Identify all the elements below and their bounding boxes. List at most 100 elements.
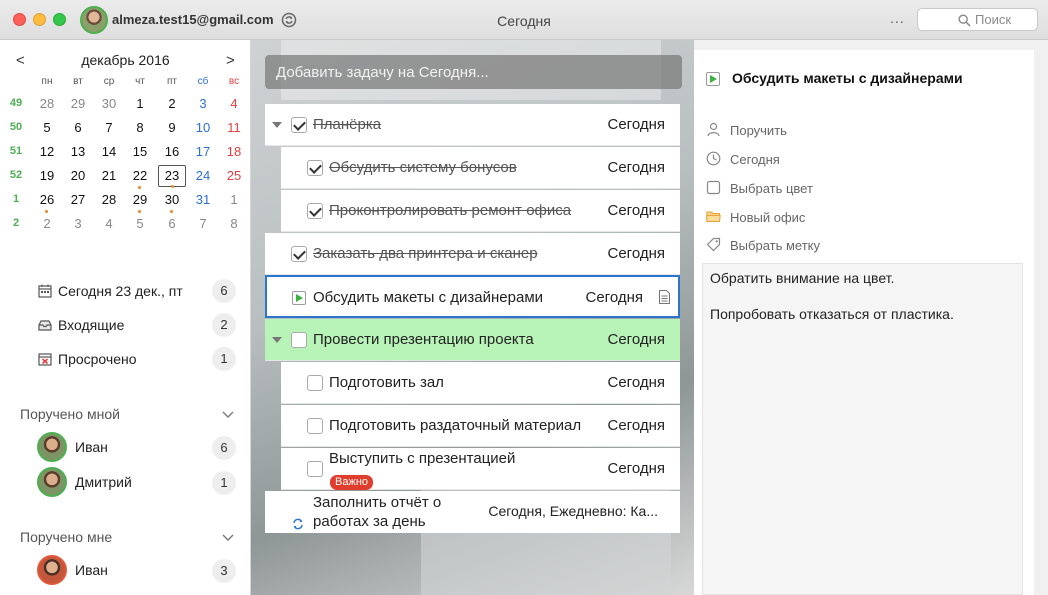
- calendar-day[interactable]: 13: [64, 141, 92, 163]
- calendar-day[interactable]: 8: [126, 117, 154, 139]
- calendar-next-button[interactable]: >: [226, 52, 235, 69]
- calendar-day[interactable]: 5: [126, 213, 154, 235]
- task-date: Сегодня: [607, 331, 666, 348]
- calendar-day[interactable]: 25: [220, 165, 248, 187]
- task-row[interactable]: Подготовить раздаточный материал Сегодня: [281, 405, 680, 447]
- calendar-day[interactable]: 19: [33, 165, 61, 187]
- assigned-by-me-title[interactable]: Поручено мной: [20, 406, 120, 422]
- calendar-weekday: вс: [228, 76, 240, 87]
- expand-triangle-icon[interactable]: [272, 122, 282, 128]
- assigned-to-me-title[interactable]: Поручено мне: [20, 529, 112, 545]
- calendar-day[interactable]: 4: [220, 93, 248, 115]
- nav-today[interactable]: Сегодня 23 дек., пт 6: [0, 276, 251, 306]
- calendar-day[interactable]: 7: [189, 213, 217, 235]
- calendar-day[interactable]: 15: [126, 141, 154, 163]
- nav-inbox[interactable]: Входящие 2: [0, 310, 251, 340]
- calendar-day[interactable]: 7: [95, 117, 123, 139]
- play-icon[interactable]: [706, 72, 720, 86]
- task-row[interactable]: Обсудить систему бонусов Сегодня: [281, 147, 680, 189]
- calendar-day[interactable]: 28: [33, 93, 61, 115]
- notes-area[interactable]: Обратить внимание на цвет. Попробовать о…: [702, 263, 1023, 595]
- more-icon[interactable]: ...: [890, 10, 905, 26]
- chevron-down-icon[interactable]: [222, 411, 234, 419]
- color-property[interactable]: Выбрать цвет: [694, 177, 1034, 199]
- task-checkbox[interactable]: [307, 418, 323, 434]
- calendar-day-number: 19: [39, 168, 55, 183]
- task-checkbox[interactable]: [307, 375, 323, 391]
- calendar-day[interactable]: 23: [158, 165, 186, 188]
- calendar-day[interactable]: 30: [158, 189, 186, 213]
- task-title: Подготовить зал: [329, 374, 444, 391]
- calendar-day[interactable]: 29: [64, 93, 92, 115]
- calendar-day[interactable]: 2: [33, 213, 61, 235]
- assigned-by-me-person[interactable]: Иван 6: [0, 431, 251, 465]
- calendar-day[interactable]: 27: [64, 189, 92, 211]
- calendar-day[interactable]: 3: [64, 213, 92, 235]
- task-row[interactable]: Выступить с презентацией Важно Сегодня: [281, 448, 680, 490]
- assigned-by-me-person[interactable]: Дмитрий 1: [0, 466, 251, 500]
- calendar-day-number: 18: [226, 144, 242, 159]
- note-icon[interactable]: [659, 290, 670, 304]
- calendar-day[interactable]: 5: [33, 117, 61, 139]
- calendar-day[interactable]: 29: [126, 189, 154, 213]
- person-count: 6: [212, 436, 236, 460]
- calendar-day-number: 14: [101, 144, 117, 159]
- calendar-day[interactable]: 10: [189, 117, 217, 139]
- task-row[interactable]: Провести презентацию проекта Сегодня: [265, 319, 680, 361]
- calendar-day[interactable]: 28: [95, 189, 123, 211]
- add-task-input[interactable]: [265, 55, 682, 89]
- folder-property[interactable]: Новый офис: [694, 206, 1034, 228]
- calendar-day[interactable]: 24: [189, 165, 217, 187]
- task-row[interactable]: Заполнить отчёт о работах за день Сегодн…: [265, 491, 680, 533]
- calendar-day[interactable]: 8: [220, 213, 248, 235]
- calendar-day[interactable]: 11: [220, 117, 248, 139]
- calendar-day[interactable]: 31: [189, 189, 217, 211]
- task-checkbox[interactable]: [307, 461, 323, 477]
- calendar-day[interactable]: 18: [220, 141, 248, 163]
- search-input[interactable]: [975, 12, 1035, 27]
- search-box[interactable]: [917, 8, 1038, 31]
- calendar-day[interactable]: 1: [220, 189, 248, 211]
- task-row[interactable]: Подготовить зал Сегодня: [281, 362, 680, 404]
- calendar-day[interactable]: 26: [33, 189, 61, 213]
- task-checkbox[interactable]: [291, 246, 307, 262]
- details-title[interactable]: Обсудить макеты с дизайнерами: [732, 70, 963, 86]
- assign-property[interactable]: Поручить: [694, 119, 1034, 141]
- calendar-day[interactable]: 12: [33, 141, 61, 163]
- calendar-day[interactable]: 16: [158, 141, 186, 163]
- calendar-day[interactable]: 22: [126, 165, 154, 189]
- add-task-box[interactable]: [265, 55, 682, 89]
- calendar-week-number: 51: [9, 145, 23, 157]
- task-checkbox[interactable]: [307, 203, 323, 219]
- important-tag[interactable]: Важно: [330, 475, 374, 490]
- task-checkbox[interactable]: [291, 332, 307, 348]
- calendar-day[interactable]: 9: [158, 117, 186, 139]
- calendar-day[interactable]: 2: [158, 93, 186, 115]
- calendar-day[interactable]: 1: [126, 93, 154, 115]
- calendar-day[interactable]: 6: [64, 117, 92, 139]
- task-row[interactable]: Планёрка Сегодня: [265, 104, 680, 146]
- calendar-day-number: 6: [168, 216, 176, 231]
- nav-overdue[interactable]: Просрочено 1: [0, 344, 251, 374]
- assigned-to-me-person[interactable]: Иван 3: [0, 554, 251, 588]
- date-property[interactable]: Сегодня: [694, 148, 1034, 170]
- chevron-down-icon[interactable]: [222, 534, 234, 542]
- calendar-day[interactable]: 17: [189, 141, 217, 163]
- play-icon[interactable]: [292, 291, 306, 305]
- calendar-day[interactable]: 20: [64, 165, 92, 187]
- calendar-day[interactable]: 30: [95, 93, 123, 115]
- calendar-day[interactable]: 21: [95, 165, 123, 187]
- task-list-area: Планёрка Сегодня Обсудить систему бонусо…: [251, 40, 694, 595]
- task-row[interactable]: Проконтролировать ремонт офиса Сегодня: [281, 190, 680, 232]
- label-property[interactable]: Выбрать метку: [694, 234, 1034, 256]
- task-checkbox[interactable]: [291, 117, 307, 133]
- calendar-day[interactable]: 6: [158, 213, 186, 235]
- calendar-day[interactable]: 3: [189, 93, 217, 115]
- task-row[interactable]: Заказать два принтера и сканер Сегодня: [265, 233, 680, 275]
- task-row-selected[interactable]: Обсудить макеты с дизайнерами Сегодня: [265, 275, 680, 318]
- calendar-day[interactable]: 4: [95, 213, 123, 235]
- nav-overdue-count: 1: [212, 347, 236, 371]
- calendar-day[interactable]: 14: [95, 141, 123, 163]
- expand-triangle-icon[interactable]: [272, 337, 282, 343]
- task-checkbox[interactable]: [307, 160, 323, 176]
